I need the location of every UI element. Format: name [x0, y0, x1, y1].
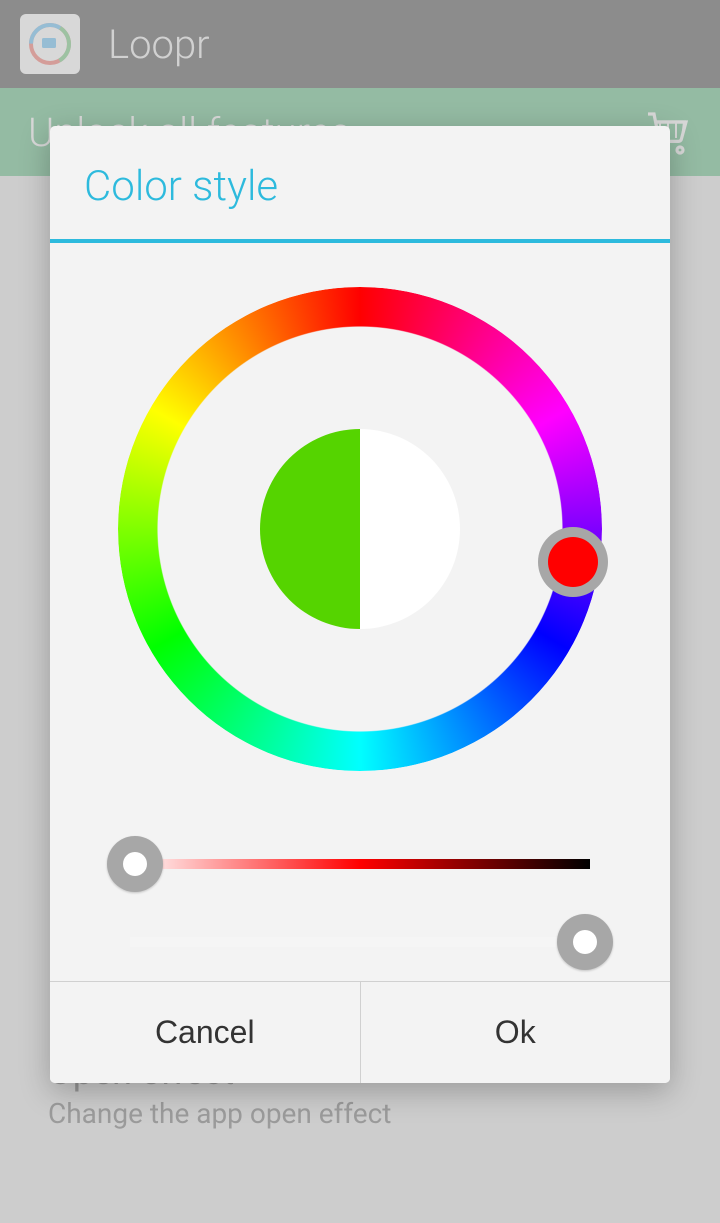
saturation-thumb[interactable] [107, 836, 163, 892]
ok-button[interactable]: Ok [361, 982, 671, 1083]
color-style-dialog: Color style [50, 126, 670, 1083]
hue-thumb[interactable] [538, 527, 608, 597]
lightness-track [130, 937, 590, 947]
lightness-slider[interactable] [105, 903, 615, 981]
lightness-thumb[interactable] [557, 914, 613, 970]
saturation-slider[interactable] [105, 825, 615, 903]
dialog-button-bar: Cancel Ok [50, 981, 670, 1083]
cancel-button[interactable]: Cancel [50, 982, 361, 1083]
sliders-group [105, 825, 615, 981]
color-preview [260, 429, 460, 629]
color-picker-area [50, 243, 670, 981]
hue-wheel[interactable] [118, 287, 602, 771]
hue-thumb-inner [548, 537, 598, 587]
dialog-title: Color style [50, 126, 670, 239]
saturation-track [130, 859, 590, 869]
